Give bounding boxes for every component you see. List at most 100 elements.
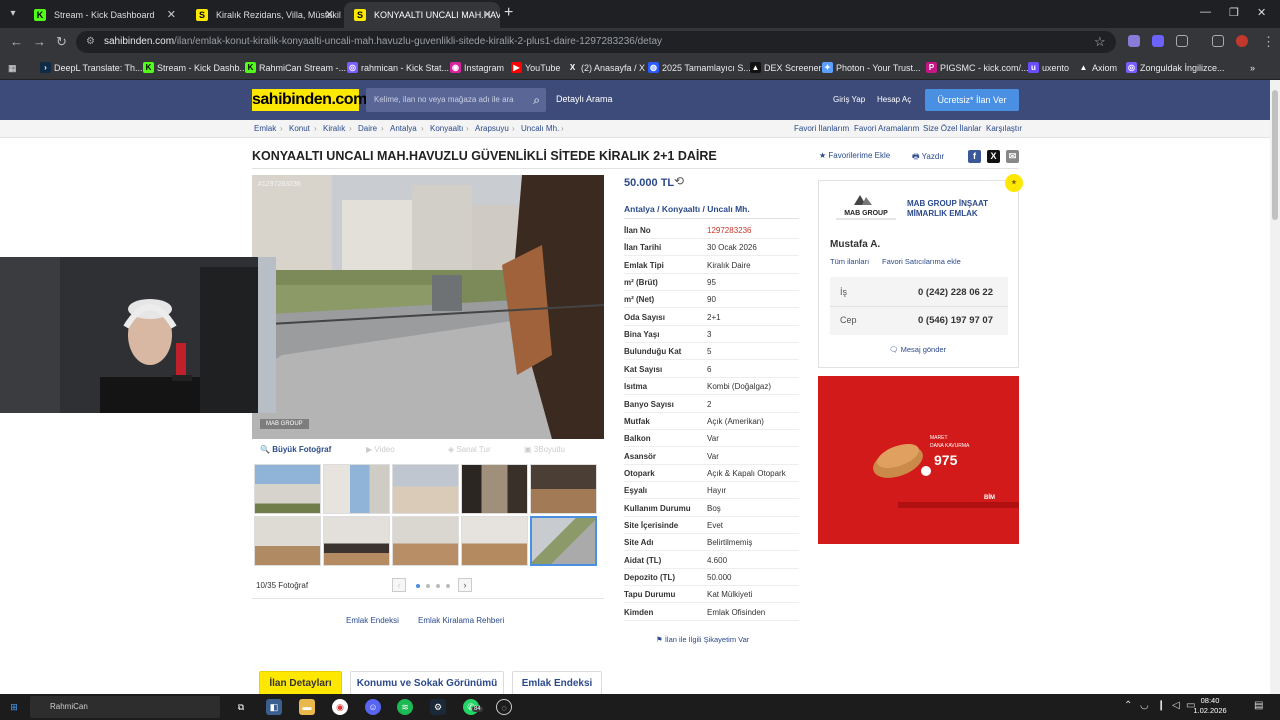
detailed-search-link[interactable]: Detaylı Arama	[556, 94, 613, 104]
complaint-link[interactable]: ⚑ İlan ile İlgili Şikayetim Var	[656, 635, 749, 644]
post-ad-button[interactable]: Ücretsiz* İlan Ver	[925, 89, 1019, 111]
site-info-icon[interactable]: ⚙	[86, 31, 95, 53]
more-bookmarks-icon[interactable]: »	[1250, 56, 1255, 80]
tab-location-street-view[interactable]: Konumu ve Sokak Görünümü	[350, 671, 504, 695]
bookmark-deepl[interactable]: › DeepL Translate: Th...	[40, 56, 143, 80]
breadcrumb-item[interactable]: Konut	[289, 124, 310, 133]
scrollbar-thumb[interactable]	[1272, 90, 1278, 220]
thumbnail-image[interactable]	[392, 516, 459, 566]
site-search-input[interactable]: Kelime, ilan no veya mağaza adı ile ara …	[366, 88, 546, 112]
search-icon[interactable]: ⌕	[533, 88, 540, 112]
tray-expand-icon[interactable]: ⌃	[1124, 700, 1132, 711]
bookmark-zonguldak[interactable]: ◎ Zonguldak İngilizce...	[1126, 56, 1225, 80]
tab-emlak-index[interactable]: Emlak Endeksi	[512, 671, 602, 695]
thumbnail-image[interactable]	[392, 464, 459, 514]
breadcrumb-item[interactable]: Emlak	[254, 124, 276, 133]
bookmark-axiom[interactable]: ▲ Axiom	[1078, 56, 1117, 80]
phone-number-work[interactable]: 0 (242) 228 06 22	[918, 287, 993, 298]
window-close-icon[interactable]: ✕	[1257, 6, 1266, 19]
seller-logo[interactable]: MAB GROUP	[830, 193, 902, 225]
extensions-puzzle-icon[interactable]	[1176, 35, 1188, 47]
bookmark-instagram[interactable]: ◉ Instagram	[450, 56, 504, 80]
bookmark-x[interactable]: X (2) Anasayfa / X	[567, 56, 645, 80]
new-tab-button[interactable]: +	[504, 4, 513, 22]
browser-menu-icon[interactable]: ⋮	[1262, 34, 1275, 50]
discord-icon[interactable]: ☺	[365, 699, 381, 715]
location-city[interactable]: Antalya	[624, 204, 655, 214]
taskbar-search[interactable]: RahmiCan	[30, 696, 220, 718]
apps-grid-icon[interactable]: ▦	[8, 56, 17, 80]
extension-icon[interactable]	[1128, 35, 1140, 47]
thumbnail-image[interactable]	[323, 516, 390, 566]
print-link[interactable]: 🖶 Yazdır	[912, 151, 944, 165]
page-dot[interactable]	[446, 584, 450, 588]
next-page-icon[interactable]: ›	[458, 578, 472, 592]
favorite-listings-link[interactable]: Favori İlanlarım	[794, 124, 849, 133]
all-ads-link[interactable]: Tüm ilanları	[830, 257, 869, 266]
extension-icon[interactable]	[1152, 35, 1164, 47]
media-icon[interactable]	[1212, 35, 1224, 47]
bookmark-youtube[interactable]: ▶ YouTube	[511, 56, 560, 80]
breadcrumb-item[interactable]: Kiralık	[323, 124, 345, 133]
thumbnail-image[interactable]	[323, 464, 390, 514]
compare-link[interactable]: Karşılaştır	[986, 124, 1022, 133]
site-logo[interactable]: sahibinden.com	[252, 89, 367, 111]
close-icon[interactable]: ✕	[325, 2, 334, 28]
emlak-index-link[interactable]: Emlak Endeksi	[346, 616, 399, 625]
thumbnail-image-selected[interactable]	[530, 516, 597, 566]
bookmark-photon[interactable]: ✦ Photon - Your Trust...	[822, 56, 921, 80]
page-dot[interactable]	[426, 584, 430, 588]
special-listings-link[interactable]: Size Özel İlanlar	[923, 124, 981, 133]
notifications-icon[interactable]: ▤	[1254, 700, 1263, 711]
page-dot[interactable]	[416, 584, 420, 588]
tab-listing-details[interactable]: İlan Detayları	[259, 671, 342, 695]
back-icon[interactable]: ←	[10, 34, 23, 49]
thumbnail-image[interactable]	[254, 516, 321, 566]
breadcrumb-item[interactable]: Antalya	[390, 124, 417, 133]
breadcrumb-item[interactable]: Daire	[358, 124, 377, 133]
profile-avatar[interactable]	[1236, 35, 1248, 47]
bookmark-uxento[interactable]: u uxento	[1028, 56, 1069, 80]
bookmark-kick-stats[interactable]: ◎ rahmican - Kick Stat...	[347, 56, 449, 80]
send-message-link[interactable]: 🗨 Mesaj gönder	[889, 345, 946, 354]
task-view-icon[interactable]: ⧉	[233, 699, 249, 715]
location-neighborhood[interactable]: Uncalı Mh.	[707, 204, 750, 214]
breadcrumb-item[interactable]: Uncalı Mh.	[521, 124, 559, 133]
headset-icon[interactable]: ◡	[1140, 700, 1149, 711]
bookmark-2025[interactable]: ◍ 2025 Tamamlayıcı S...	[648, 56, 751, 80]
restore-icon[interactable]: ❐	[1229, 6, 1239, 19]
obs-icon[interactable]: ◌	[496, 699, 512, 715]
browser-tab-active[interactable]: S KONYAALTI UNCALI MAH.HAVU ✕	[344, 2, 500, 28]
app-icon[interactable]: ◧	[266, 699, 282, 715]
volume-icon[interactable]: ◁	[1172, 700, 1180, 711]
thumbnail-image[interactable]	[254, 464, 321, 514]
forward-icon[interactable]: →	[33, 34, 46, 49]
main-listing-photo[interactable]: #1297283236 MAB GROUP	[252, 175, 604, 439]
url-field[interactable]: ⚙ sahibinden.com/ilan/emlak-konut-kirali…	[76, 31, 1116, 53]
close-icon[interactable]: ✕	[483, 2, 492, 28]
phone-number-mobile[interactable]: 0 (546) 197 97 07	[918, 315, 993, 326]
windows-start-icon[interactable]: ⊞	[6, 699, 22, 715]
register-link[interactable]: Hesap Aç	[877, 95, 911, 104]
large-photo-button[interactable]: 🔍 Büyük Fotoğraf	[260, 445, 331, 454]
facebook-share-icon[interactable]: f	[968, 150, 981, 163]
page-scrollbar[interactable]	[1270, 80, 1280, 694]
steam-icon[interactable]: ⚙	[430, 699, 446, 715]
bookmark-kick-dashboard[interactable]: K Stream - Kick Dashb...	[143, 56, 247, 80]
email-share-icon[interactable]: ✉	[1006, 150, 1019, 163]
location-district[interactable]: Konyaaltı	[662, 204, 700, 214]
bookmark-pigsmc[interactable]: P PIGSMC - kick.com/...	[926, 56, 1029, 80]
bookmark-dex-screener[interactable]: ▲ DEX Screener	[750, 56, 822, 80]
microphone-icon[interactable]: ❙	[1157, 700, 1165, 711]
favorite-searches-link[interactable]: Favori Aramalarım	[854, 124, 919, 133]
browser-tab-kick[interactable]: K Stream - Kick Dashboard ✕	[24, 2, 184, 28]
bookmark-rahmican-stream[interactable]: K RahmiCan Stream -...	[245, 56, 346, 80]
thumbnail-image[interactable]	[461, 464, 528, 514]
file-explorer-icon[interactable]: ▬	[299, 699, 315, 715]
taskbar-clock[interactable]: 08:40 1.02.2026	[1182, 696, 1238, 716]
favorite-seller-link[interactable]: Favori Satıcılarıma ekle	[882, 257, 961, 266]
price-history-icon[interactable]: ⟲	[674, 174, 684, 188]
close-icon[interactable]: ✕	[167, 2, 176, 28]
thumbnail-image[interactable]	[530, 464, 597, 514]
reload-icon[interactable]: ↻	[56, 34, 67, 50]
